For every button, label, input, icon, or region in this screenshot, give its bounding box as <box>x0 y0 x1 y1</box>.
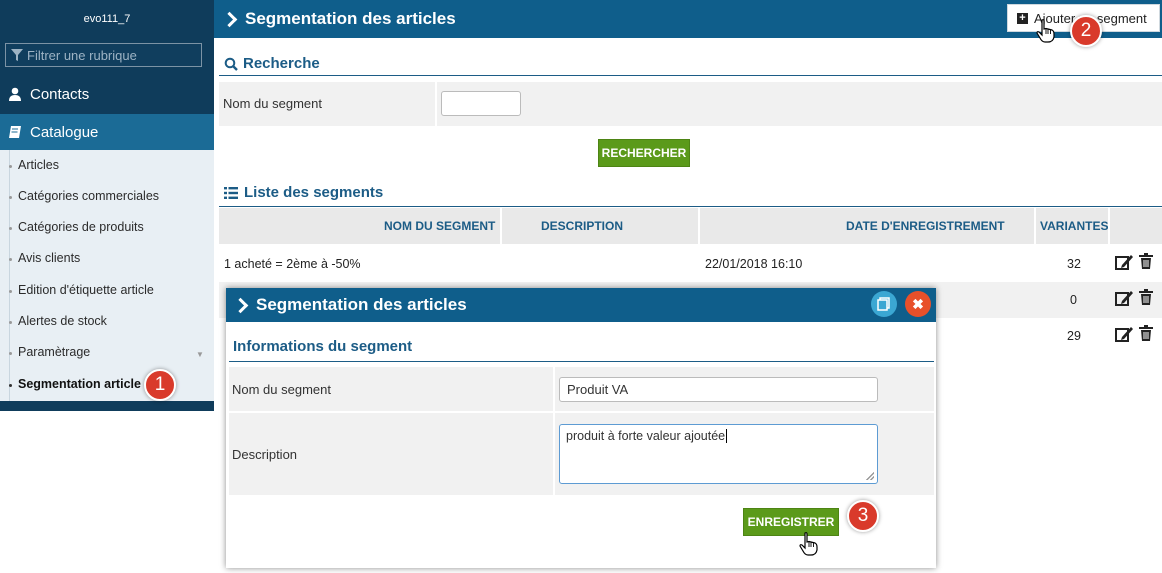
hand-cursor-icon <box>799 532 818 556</box>
search-button[interactable]: RECHERCHER <box>598 139 690 167</box>
cell-variantes: 29 <box>1067 329 1081 343</box>
sidebar-item-contacts[interactable]: Contacts <box>0 76 214 112</box>
col-variantes[interactable]: VARIANTES <box>1040 208 1108 244</box>
plus-square-icon: + <box>1017 12 1028 24</box>
segment-name-label: Nom du segment <box>223 96 322 111</box>
step-badge-2: 2 <box>1070 15 1102 47</box>
edit-icon[interactable] <box>1115 253 1135 271</box>
filter-input[interactable]: Filtrer une rubrique <box>5 43 202 67</box>
trash-icon[interactable] <box>1139 325 1153 341</box>
sidebar-item-label: Catalogue <box>30 123 99 141</box>
modal-subheading: Informations du segment <box>233 338 413 355</box>
sidebar-item-catalogue[interactable]: Catalogue <box>0 114 214 150</box>
search-form-row: Nom du segment <box>219 82 1162 126</box>
submenu-item-categories-commerciales[interactable]: Catégories commerciales <box>9 189 159 203</box>
segment-name-search-input[interactable] <box>441 91 521 116</box>
description-label: Description <box>232 447 298 462</box>
search-heading: Recherche <box>224 55 320 72</box>
modal-title: Segmentation des articles <box>256 295 467 314</box>
submenu-item-segmentation[interactable]: Segmentation article <box>9 377 141 391</box>
trash-icon[interactable] <box>1139 253 1153 269</box>
submenu-item-categories-produits[interactable]: Catégories de produits <box>9 220 144 234</box>
sidebar-title: evo111_7 <box>83 13 131 25</box>
chevron-right-icon <box>232 297 249 313</box>
copy-window-icon[interactable] <box>871 291 897 317</box>
divider <box>219 75 1162 76</box>
modal-header: Segmentation des articles ✖ <box>226 288 936 322</box>
book-icon <box>0 125 30 139</box>
filter-placeholder: Filtrer une rubrique <box>27 47 137 63</box>
chevron-down-icon: ▼ <box>196 350 204 359</box>
col-nom-segment[interactable]: NOM DU SEGMENT <box>384 208 495 244</box>
save-button[interactable]: ENREGISTRER <box>743 508 839 536</box>
submenu-item-articles[interactable]: Articles <box>9 158 59 172</box>
submenu-item-edition-etiquette[interactable]: Edition d'étiquette article <box>9 283 154 297</box>
user-icon <box>0 87 30 101</box>
submenu-line <box>9 150 10 401</box>
hand-cursor-icon <box>1036 19 1055 43</box>
list-icon <box>224 186 238 199</box>
col-date[interactable]: DATE D'ENREGISTREMENT <box>846 208 1005 244</box>
cell-date: 22/01/2018 16:10 <box>705 257 803 271</box>
step-badge-1: 1 <box>144 369 176 401</box>
cell-variantes: 0 <box>1070 293 1077 307</box>
page-title: Segmentation des articles <box>221 0 456 38</box>
description-textarea[interactable]: produit à forte valeur ajoutée <box>559 424 878 484</box>
edit-icon[interactable] <box>1115 289 1135 307</box>
edit-icon[interactable] <box>1115 325 1135 343</box>
search-icon <box>224 57 238 71</box>
name-label: Nom du segment <box>232 382 331 397</box>
divider <box>219 206 1162 207</box>
catalogue-submenu: Articles Catégories commerciales Catégor… <box>0 150 214 401</box>
submenu-item-alertes-stock[interactable]: Alertes de stock <box>9 314 107 328</box>
segment-name-field[interactable]: Produit VA <box>559 377 878 402</box>
step-badge-3: 3 <box>847 500 879 532</box>
chevron-right-icon <box>221 11 238 27</box>
col-description[interactable]: DESCRIPTION <box>541 208 623 244</box>
submenu-item-avis-clients[interactable]: Avis clients <box>9 251 80 265</box>
close-button[interactable]: ✖ <box>905 291 931 317</box>
sidebar-footer <box>0 401 214 411</box>
page-header: Segmentation des articles + Ajouter un s… <box>214 0 1162 38</box>
filter-icon <box>11 49 23 61</box>
segment-modal: Segmentation des articles ✖ Informations… <box>226 288 936 568</box>
resize-handle[interactable] <box>866 472 874 480</box>
trash-icon[interactable] <box>1139 289 1153 305</box>
cell-variantes: 32 <box>1067 257 1081 271</box>
divider <box>229 361 934 362</box>
cell-name: 1 acheté = 2ème à -50% <box>224 257 361 271</box>
submenu-item-parametrage[interactable]: Paramètrage <box>9 345 90 359</box>
table-header: NOM DU SEGMENT DESCRIPTION DATE D'ENREGI… <box>219 208 1162 244</box>
list-heading: Liste des segments <box>224 184 383 201</box>
table-row: 1 acheté = 2ème à -50% 22/01/2018 16:10 … <box>219 246 1162 282</box>
sidebar-item-label: Contacts <box>30 85 90 103</box>
